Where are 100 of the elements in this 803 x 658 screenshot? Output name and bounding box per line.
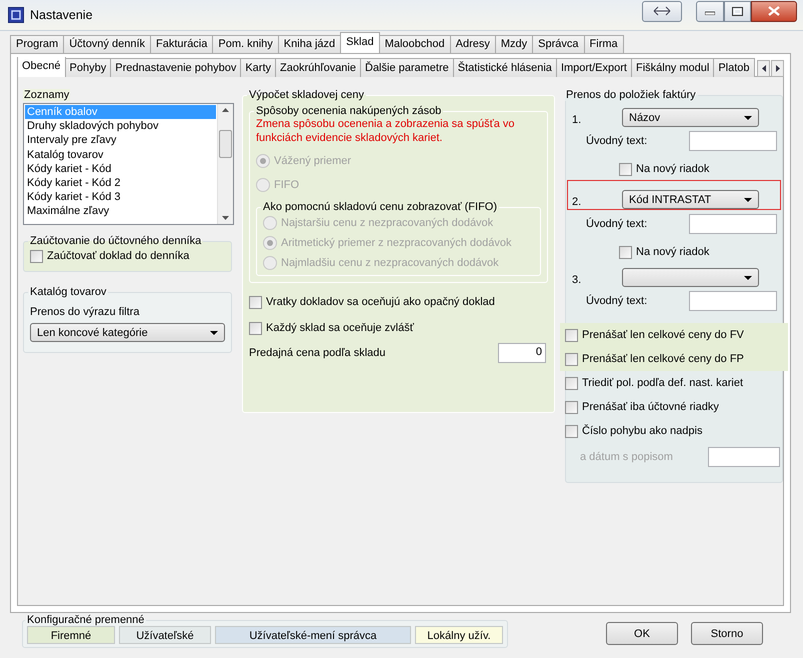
close-button[interactable]	[751, 0, 797, 22]
dropdown[interactable]: Kód INTRASTAT	[622, 190, 759, 209]
input-field[interactable]	[689, 214, 777, 234]
dialog-button[interactable]: Storno	[691, 622, 763, 645]
tab[interactable]: Mzdy	[494, 35, 534, 53]
tab[interactable]: Adresy	[450, 35, 496, 53]
checkbox[interactable]	[565, 376, 578, 390]
radio-label: Najstaršiu cenu z nezpracovaných dodávok	[281, 217, 494, 229]
checkbox-label: Prenášať iba účtovné riadky	[582, 401, 719, 413]
caret-icon	[210, 330, 218, 334]
checkbox[interactable]	[619, 162, 632, 176]
dropdown[interactable]: Len koncové kategórie	[30, 323, 225, 342]
tab[interactable]: Program	[10, 35, 64, 53]
caret-icon	[744, 116, 752, 120]
row-number: 3.	[572, 274, 582, 287]
caret-icon	[744, 276, 752, 280]
tab[interactable]: Fakturácia	[150, 35, 214, 53]
config-button[interactable]: Užívateľské-mení správca	[215, 626, 411, 644]
checkbox-label: Zaúčtovať doklad do denníka	[47, 250, 190, 262]
list-item[interactable]: Intervaly pre zľavy	[25, 133, 216, 148]
radio-label: Najmladšiu cenu z nezpracovaných dodávok	[281, 257, 499, 269]
radio-label: Aritmetický priemer z nezpracovaných dodávok	[281, 237, 512, 249]
checkbox[interactable]	[249, 296, 262, 308]
tab[interactable]: Ďalšie parametre	[360, 58, 454, 77]
config-button[interactable]: Firemné	[27, 626, 115, 644]
config-button[interactable]: Lokálny užív.	[415, 626, 503, 644]
left-arrow-icon	[762, 65, 766, 72]
scroll-thumb[interactable]	[219, 130, 232, 158]
tab[interactable]: Zaokrúhľovanie	[275, 58, 361, 77]
tab[interactable]: Karty	[240, 58, 276, 77]
double-arrow-icon	[653, 6, 671, 16]
tab[interactable]: Firma	[584, 35, 624, 53]
scroll-right-button[interactable]	[771, 60, 784, 77]
list-item[interactable]: Kódy kariet - Kód 2	[25, 176, 216, 190]
tab[interactable]: Obecné	[17, 57, 66, 77]
close-icon	[768, 6, 780, 16]
checkbox[interactable]	[249, 322, 262, 334]
dropdown[interactable]: Názov	[622, 108, 759, 127]
row-number: 2.	[572, 196, 582, 209]
up-arrow-icon	[222, 108, 229, 112]
input-field[interactable]	[689, 131, 777, 151]
checkbox-label: Prenášať len celkové ceny do FP	[582, 353, 744, 365]
tab[interactable]: Správca	[532, 35, 585, 53]
scrollbar[interactable]	[217, 104, 233, 224]
input-field[interactable]	[689, 291, 777, 311]
tab[interactable]: Fiškálny modul	[630, 58, 714, 77]
list-item[interactable]: Katalóg tovarov	[25, 148, 216, 162]
dialog-button[interactable]: OK	[606, 622, 678, 645]
radio-label: FIFO	[274, 179, 300, 191]
caret-icon	[744, 198, 752, 202]
group-title: Prenos do položiek faktúry	[565, 89, 697, 101]
checkbox-label: Číslo pohybu ako nadpis	[582, 425, 702, 437]
group-title: Zaúčtovanie do účtovného denníka	[29, 235, 202, 247]
checkbox[interactable]	[565, 352, 578, 366]
checkbox[interactable]	[30, 250, 43, 262]
resize-button[interactable]	[642, 0, 682, 22]
tab[interactable]: Pohyby	[64, 58, 112, 77]
group-title: Výpočet skladovej ceny	[248, 89, 365, 101]
maximize-button[interactable]	[724, 0, 751, 22]
row-number: 1.	[572, 114, 582, 127]
list-item[interactable]: Maximálne zľavy	[25, 204, 216, 218]
list-item[interactable]: Kódy kariet - Kód 3	[25, 190, 216, 204]
scroll-left-button[interactable]	[757, 60, 770, 77]
checkbox-label: Vratky dokladov sa oceňujú ako opačný doklad	[266, 296, 495, 308]
field-label: Úvodný text:	[586, 295, 648, 307]
list-item[interactable]: Druhy skladových pohybov	[25, 119, 216, 134]
input-field[interactable]: 0	[498, 343, 546, 363]
window-title: Nastavenie	[30, 8, 93, 22]
field-label: Prenos do výrazu filtra	[30, 306, 140, 318]
group-title: Spôsoby ocenenia nakúpených zásob	[255, 105, 442, 117]
tab[interactable]: Platob	[713, 58, 755, 77]
config-button[interactable]: Užívateľské	[119, 626, 211, 644]
checkbox[interactable]	[565, 400, 578, 414]
dropdown[interactable]	[622, 268, 759, 287]
field-label: Úvodný text:	[586, 218, 648, 230]
tab[interactable]: Import/Export	[556, 58, 632, 77]
checkbox-label: Na nový riadok	[636, 163, 710, 175]
tab[interactable]: Účtovný denník	[63, 35, 152, 53]
tab[interactable]: Kniha jázd	[278, 35, 342, 53]
list-item[interactable]: Kódy kariet - Kód	[25, 162, 216, 176]
checkbox[interactable]	[565, 424, 578, 438]
list-label: Zoznamy	[23, 89, 70, 101]
checkbox-label: Prenášať len celkové ceny do FV	[582, 329, 744, 341]
field-label: Úvodný text:	[586, 135, 648, 147]
tab[interactable]: Štatistické hlásenia	[452, 58, 557, 77]
warning-text: Zmena spôsobu ocenenia a zobrazenia sa spúšťa vo funkciách evidencie skladových kariet.	[256, 117, 516, 145]
checkbox-label: Každý sklad sa oceňuje zvlášť	[266, 322, 414, 334]
input-field[interactable]	[708, 447, 780, 467]
group-title: Ako pomocnú skladovú cenu zobrazovať (FIFO)	[262, 201, 498, 213]
group-title: Konfiguračné premenné	[26, 614, 146, 626]
checkbox[interactable]	[565, 328, 578, 342]
restore-icon	[732, 6, 743, 16]
minimize-button[interactable]	[696, 0, 724, 22]
tab[interactable]: Prednastavenie pohybov	[110, 58, 242, 77]
group-title: Katalóg tovarov	[29, 286, 108, 298]
radio-label: Vážený priemer	[274, 155, 352, 167]
tab[interactable]: Maloobchod	[378, 35, 451, 53]
tab[interactable]: Pom. knihy	[212, 35, 279, 53]
checkbox[interactable]	[619, 246, 632, 258]
tab[interactable]: Sklad	[340, 32, 380, 53]
